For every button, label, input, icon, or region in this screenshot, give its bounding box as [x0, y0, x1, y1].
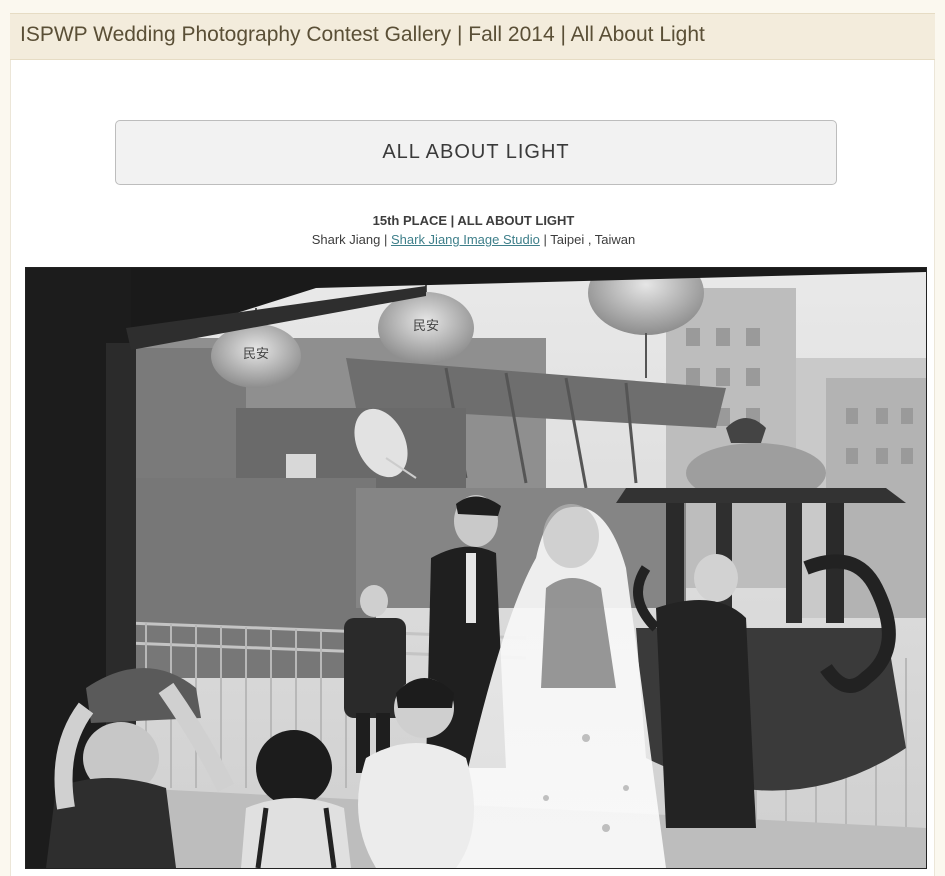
main-content: ALL ABOUT LIGHT 15th PLACE | ALL ABOUT L…: [10, 60, 935, 876]
page-title: ISPWP Wedding Photography Contest Galler…: [20, 23, 705, 46]
location-text: Taipei , Taiwan: [550, 232, 636, 247]
credit-separator: |: [539, 232, 551, 247]
credit-separator: |: [380, 232, 391, 247]
studio-link[interactable]: Shark Jiang Image Studio: [391, 232, 540, 247]
photographer-name: Shark Jiang: [311, 232, 381, 247]
contest-photo[interactable]: 民安 民安: [25, 267, 927, 869]
entry-credits: Shark Jiang | Shark Jiang Image Studio |…: [11, 232, 936, 247]
category-button[interactable]: ALL ABOUT LIGHT: [115, 120, 837, 185]
wedding-photo-image: 民安 民安: [26, 268, 926, 868]
gallery-header: ISPWP Wedding Photography Contest Galler…: [10, 13, 935, 60]
lantern-text: 民安: [243, 347, 269, 362]
lantern-text: 民安: [413, 319, 439, 334]
placement-heading: 15th PLACE | ALL ABOUT LIGHT: [372, 213, 575, 228]
